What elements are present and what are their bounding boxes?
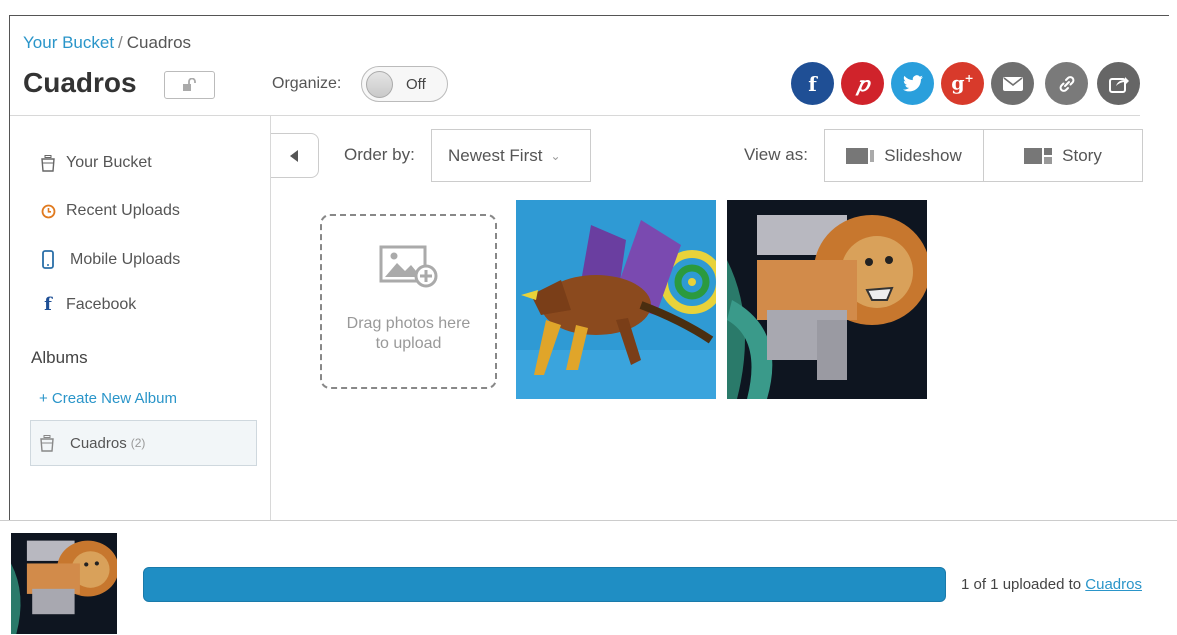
sidebar-item-your-bucket[interactable]: Your Bucket [38,154,152,172]
view-option-label: Slideshow [884,145,962,165]
order-by-select[interactable]: Newest First ⌄ [431,129,591,182]
sidebar-album-cuadros[interactable]: Cuadros (2) [30,420,257,466]
google-plus-icon: g+ [951,72,974,95]
upload-dropzone[interactable]: Drag photos here to upload [320,214,497,389]
lion-painting-image [11,533,117,634]
sidebar-item-label: Facebook [66,295,137,313]
bucket-icon [40,434,54,452]
upload-progress-bar [143,567,946,602]
facebook-icon: f [44,294,52,315]
album-count: (2) [130,436,146,450]
story-icon [1024,147,1053,164]
order-by-value: Newest First [448,145,543,165]
upload-progress-bar-panel: 1 of 1 uploaded to Cuadros [0,520,1177,635]
dropzone-line-1: Drag photos here [346,315,471,332]
sidebar-item-label: Your Bucket [66,154,152,171]
albums-heading: Albums [31,348,88,367]
organize-toggle[interactable]: Off [361,66,448,102]
dropzone-line-2: to upload [375,335,442,352]
add-photo-icon [379,243,439,294]
view-story-button[interactable]: Story [983,130,1142,181]
phone-icon [38,250,58,269]
upload-album-link[interactable]: Cuadros [1085,576,1142,593]
sidebar-item-recent-uploads[interactable]: Recent Uploads [38,202,180,220]
privacy-lock-button[interactable] [164,71,215,99]
order-by-label: Order by: [344,145,415,164]
view-as-group: Slideshow Story [824,129,1143,182]
view-option-label: Story [1062,145,1102,165]
toggle-state-label: Off [406,76,426,93]
lion-painting-image [727,200,927,399]
view-slideshow-button[interactable]: Slideshow [825,130,983,181]
upload-status-text: 1 of 1 uploaded to [961,576,1082,593]
google-plus-share-button[interactable]: g+ [941,62,984,105]
facebook-icon: f [808,71,817,96]
sidebar-item-mobile-uploads[interactable]: Mobile Uploads [38,250,180,269]
frame-border-top [9,15,1169,16]
bucket-icon [38,154,58,172]
breadcrumb: Your Bucket / Cuadros [23,33,191,53]
twitter-bird-icon [902,75,923,92]
sidebar-item-label: Mobile Uploads [70,250,181,268]
pinterest-icon: 𝑝 [856,71,869,96]
sidebar-item-facebook[interactable]: f Facebook [38,294,136,315]
create-album-link[interactable]: + Create New Album [39,390,177,407]
share-arrow-icon [1108,76,1129,93]
copy-link-button[interactable] [1045,62,1088,105]
unlock-icon [182,78,196,91]
frame-border-left [9,15,10,520]
clock-icon [38,204,58,219]
griffin-painting-image [516,200,716,399]
toggle-knob [366,71,393,98]
share-out-button[interactable] [1097,62,1140,105]
chevron-down-icon: ⌄ [550,148,561,163]
photo-thumbnail-griffin[interactable] [516,200,716,399]
breadcrumb-current: Cuadros [126,33,192,52]
link-icon [1059,75,1074,92]
collapse-sidebar-button[interactable] [271,133,319,178]
slideshow-icon [846,147,875,164]
sidebar-item-label: Recent Uploads [66,202,180,219]
breadcrumb-separator: / [118,33,123,52]
uploading-photo-thumbnail [11,533,117,634]
page-title: Cuadros [23,67,137,98]
envelope-icon [1002,76,1023,91]
email-share-button[interactable] [991,62,1034,105]
header-divider [10,115,1140,116]
album-label: Cuadros [70,434,127,452]
view-as-label: View as: [744,145,808,164]
triangle-left-icon [290,149,298,162]
photo-thumbnail-lion[interactable] [727,200,927,399]
pinterest-share-button[interactable]: 𝑝 [841,62,884,105]
twitter-share-button[interactable] [891,62,934,105]
facebook-share-button[interactable]: f [791,62,834,105]
organize-label: Organize: [272,75,342,92]
upload-status: 1 of 1 uploaded to Cuadros [961,576,1142,593]
dropzone-text: Drag photos here to upload [347,314,471,354]
breadcrumb-root-link[interactable]: Your Bucket [23,33,114,52]
